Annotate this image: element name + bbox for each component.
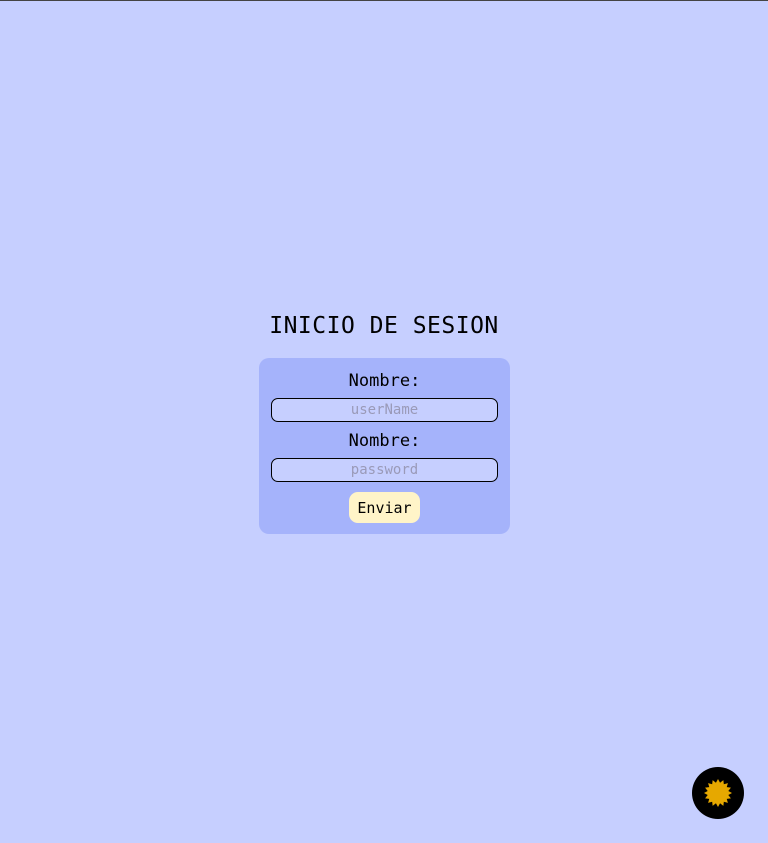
page-title: INICIO DE SESION	[269, 313, 499, 339]
password-input[interactable]	[271, 458, 498, 482]
theme-toggle-button[interactable]	[692, 767, 744, 819]
sun-icon	[704, 779, 732, 807]
password-label: Nombre:	[348, 431, 421, 451]
username-label: Nombre:	[348, 371, 421, 391]
submit-button[interactable]: Enviar	[349, 492, 420, 523]
username-input[interactable]	[271, 398, 498, 422]
login-form: Nombre: Nombre: Enviar	[259, 358, 510, 534]
